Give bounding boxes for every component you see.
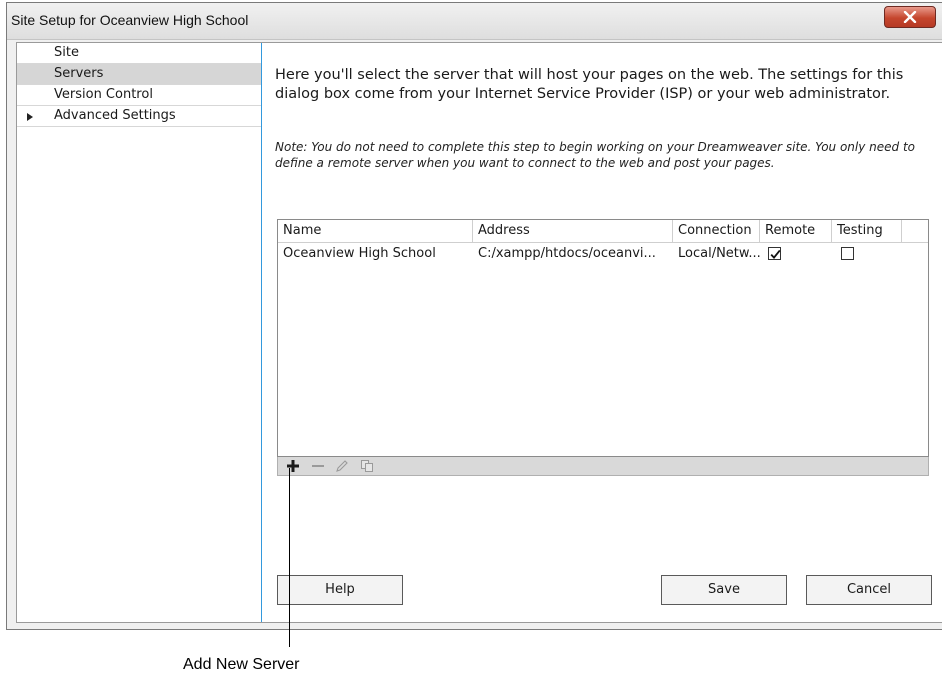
column-header-testing[interactable]: Testing xyxy=(832,220,902,242)
duplicate-icon[interactable] xyxy=(360,459,374,473)
expand-arrow-icon[interactable] xyxy=(27,113,33,121)
window-title: Site Setup for Oceanview High School xyxy=(11,12,249,28)
sidebar-item-advanced-settings[interactable]: Advanced Settings xyxy=(17,106,261,127)
callout-label: Add New Server xyxy=(183,656,300,673)
servers-panel: Here you'll select the server that will … xyxy=(262,43,942,622)
server-toolbar xyxy=(277,457,929,476)
close-button[interactable] xyxy=(884,6,936,28)
pencil-icon[interactable] xyxy=(335,459,349,473)
check-mark-icon xyxy=(770,249,781,259)
sidebar-item-version-control[interactable]: Version Control xyxy=(17,85,261,106)
sidebar-item-label: Site xyxy=(54,45,79,60)
server-address-cell: C:/xampp/htdocs/oceanvi... xyxy=(478,246,656,261)
table-header: Name Address Connection Remote Testing xyxy=(278,220,928,243)
dialog-window: Site Setup for Oceanview High School Sit… xyxy=(6,2,942,630)
testing-checkbox[interactable] xyxy=(841,247,854,260)
sidebar-item-label: Version Control xyxy=(54,87,153,102)
minus-icon[interactable] xyxy=(311,459,325,473)
sidebar-item-site[interactable]: Site xyxy=(17,43,261,64)
column-header-name[interactable]: Name xyxy=(278,220,473,242)
save-button[interactable]: Save xyxy=(661,575,787,605)
dialog-content: Site Servers Version Control Advanced Se… xyxy=(16,42,942,623)
column-header-address[interactable]: Address xyxy=(473,220,673,242)
column-header-connection[interactable]: Connection xyxy=(673,220,760,242)
table-row[interactable]: Oceanview High School C:/xampp/htdocs/oc… xyxy=(278,243,928,265)
sidebar-item-servers[interactable]: Servers xyxy=(17,64,261,85)
category-sidebar: Site Servers Version Control Advanced Se… xyxy=(17,43,262,622)
server-name-cell: Oceanview High School xyxy=(283,246,436,261)
title-bar[interactable]: Site Setup for Oceanview High School xyxy=(7,3,942,40)
cancel-button[interactable]: Cancel xyxy=(806,575,932,605)
sidebar-item-label: Servers xyxy=(54,66,104,81)
remote-checkbox[interactable] xyxy=(768,247,781,260)
column-header-remote[interactable]: Remote xyxy=(760,220,832,242)
help-button[interactable]: Help xyxy=(277,575,403,605)
close-icon xyxy=(903,11,917,23)
callout-line xyxy=(289,468,290,647)
servers-table: Name Address Connection Remote Testing O… xyxy=(277,219,929,457)
server-connection-cell: Local/Netw... xyxy=(678,246,760,261)
sidebar-item-label: Advanced Settings xyxy=(54,108,176,123)
intro-text: Here you'll select the server that will … xyxy=(275,67,904,102)
note-text: Note: You do not need to complete this s… xyxy=(275,140,915,170)
